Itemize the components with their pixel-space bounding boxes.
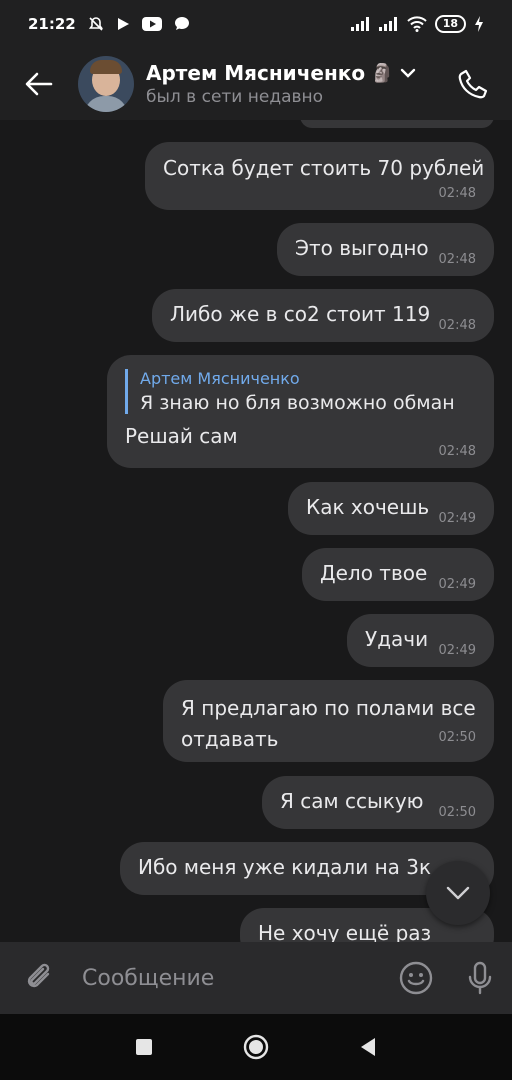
moai-emoji: 🗿 [371, 62, 394, 84]
sticker-icon [399, 961, 433, 995]
status-time: 21:22 [28, 15, 76, 33]
status-bar: 21:22 18 [0, 0, 512, 48]
message-text: Ибо меня уже кидали на 3к [138, 855, 432, 879]
message-bubble[interactable]: Я сам ссыкую 02:50 [262, 776, 494, 829]
message-bubble[interactable]: Либо же в со2 стоит 119 02:48 [152, 289, 494, 342]
scroll-down-icon [446, 886, 470, 900]
message-text-line2: отдавать [181, 727, 279, 751]
message-input[interactable] [80, 941, 384, 1015]
message-time: 02:50 [438, 730, 476, 745]
message-bubble-reply[interactable]: Артем Мясниченко Я знаю но бля возможно … [107, 355, 494, 468]
message-time: 02:49 [438, 511, 476, 526]
composer-bar [0, 941, 512, 1015]
sticker-button[interactable] [384, 942, 448, 1014]
message-bubble[interactable]: Сотка будет стоить 70 рублей 02:48 [145, 142, 494, 210]
signal-icon [350, 17, 369, 31]
message-text-line1: Я предлагаю по полами все [181, 696, 476, 720]
reply-text: Я знаю но бля возможно обман [140, 392, 455, 414]
message-bubble[interactable]: Дело твое 02:49 [302, 548, 494, 601]
call-button[interactable] [434, 48, 512, 120]
attach-button[interactable] [0, 942, 80, 1014]
signal-icon-2 [378, 17, 397, 31]
message-text: Это выгодно [295, 236, 429, 260]
message-text: Решай сам [125, 424, 238, 448]
chat-bubble-icon [174, 17, 189, 30]
contact-name: Артем Мясниченко [146, 61, 366, 85]
play-icon [117, 18, 129, 30]
nav-back-icon[interactable] [359, 1037, 377, 1057]
chevron-down-icon[interactable] [400, 68, 416, 78]
message-time: 02:48 [438, 252, 476, 267]
message-text: Либо же в со2 стоит 119 [170, 302, 431, 326]
message-list[interactable]: Сотка будет стоить 70 рублей 02:48 Это в… [0, 120, 512, 942]
paperclip-icon [27, 963, 50, 988]
chat-header: Артем Мясниченко 🗿 был в сети недавно [0, 48, 512, 120]
message-bubble[interactable]: Я предлагаю по полами все отдавать 02:50 [163, 680, 494, 762]
message-text: Как хочешь [306, 495, 430, 519]
contact-info[interactable]: Артем Мясниченко 🗿 был в сети недавно [146, 61, 416, 107]
contact-status: был в сети недавно [146, 87, 324, 107]
phone-icon [458, 69, 488, 99]
message-bubble[interactable]: Это выгодно 02:48 [277, 223, 494, 276]
charging-icon [475, 16, 483, 32]
message-time: 02:48 [438, 444, 476, 459]
avatar[interactable] [78, 56, 134, 112]
message-text: Не хочу ещё раз [258, 921, 432, 942]
message-time: 02:48 [438, 186, 476, 201]
mic-icon [468, 961, 492, 995]
message-text: Дело твое [320, 561, 428, 585]
message-time: 02:48 [438, 318, 476, 333]
message-text: Я сам ссыкую [280, 789, 424, 813]
system-nav-bar [0, 1014, 512, 1080]
battery-indicator: 18 [434, 15, 466, 33]
message-bubble-partial[interactable] [300, 120, 494, 128]
message-bubble[interactable]: Как хочешь 02:49 [288, 482, 494, 535]
nav-square-icon[interactable] [135, 1038, 153, 1056]
reply-author: Артем Мясниченко [140, 369, 300, 388]
back-button[interactable] [0, 48, 78, 120]
mute-bell-icon [88, 17, 103, 31]
mic-button[interactable] [448, 942, 512, 1014]
message-time: 02:50 [438, 805, 476, 820]
message-text: Сотка будет стоить 70 рублей [163, 156, 485, 180]
message-bubble[interactable]: Удачи 02:49 [347, 614, 494, 667]
message-time: 02:49 [438, 643, 476, 658]
message-text: Удачи [365, 627, 429, 651]
scroll-down-button[interactable] [426, 861, 490, 925]
nav-circle-icon[interactable] [243, 1034, 269, 1060]
wifi-icon [406, 16, 427, 32]
message-time: 02:49 [438, 577, 476, 592]
youtube-icon [141, 17, 162, 31]
reply-quote[interactable]: Артем Мясниченко Я знаю но бля возможно … [125, 369, 476, 414]
back-arrow-icon [25, 72, 53, 96]
